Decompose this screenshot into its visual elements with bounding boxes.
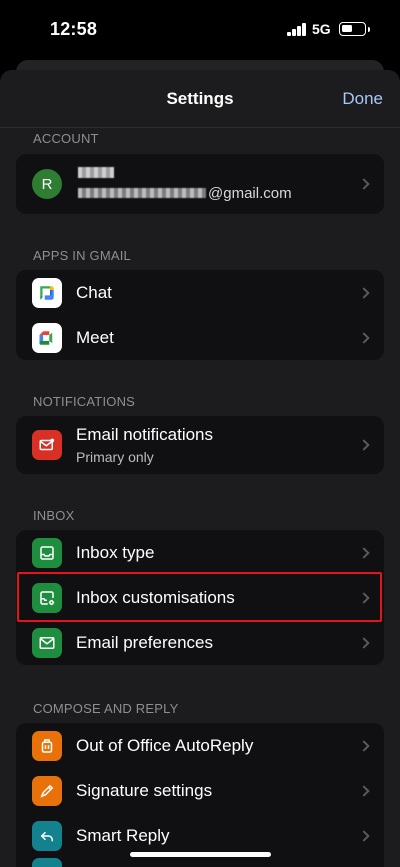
section-header-inbox: INBOX [33, 508, 75, 523]
section-header-apps: APPS IN GMAIL [33, 248, 131, 263]
account-text: @gmail.com [78, 166, 292, 202]
suitcase-icon [32, 730, 62, 761]
chevron-right-icon [358, 439, 370, 451]
chevron-right-icon [358, 331, 370, 344]
partial-icon [32, 858, 62, 867]
inbox-type-label: Inbox type [76, 542, 155, 562]
envelope-icon [32, 627, 62, 658]
reply-arrow-icon [32, 820, 62, 851]
email-preferences-row[interactable]: Email preferences [16, 620, 384, 665]
chat-row[interactable]: Chat [16, 270, 384, 315]
email-notifications-label: Email notifications [76, 425, 214, 444]
signature-settings-row[interactable]: Signature settings [16, 768, 384, 813]
battery-icon [339, 22, 370, 36]
home-indicator [130, 852, 271, 857]
status-time: 12:58 [50, 19, 98, 39]
highlight-box [17, 572, 382, 622]
notifications-group: Email notifications Primary only [16, 416, 384, 474]
chevron-right-icon [358, 178, 370, 190]
account-group: R @gmail.com [16, 154, 384, 214]
chevron-right-icon [358, 784, 370, 797]
meet-row[interactable]: Meet [16, 315, 384, 360]
section-header-account: ACCOUNT [33, 131, 99, 146]
mail-alert-icon [32, 430, 62, 460]
section-header-compose: COMPOSE AND REPLY [33, 701, 179, 716]
done-button[interactable]: Done [342, 89, 383, 109]
account-row[interactable]: R @gmail.com [16, 154, 384, 214]
pen-icon [32, 775, 62, 806]
email-notifications-row[interactable]: Email notifications Primary only [16, 416, 384, 474]
nav-bar: Settings Done [0, 70, 400, 128]
google-chat-icon [32, 277, 62, 308]
status-bar: 12:58 5G [0, 0, 400, 60]
chevron-right-icon [358, 286, 370, 299]
smart-reply-label: Smart Reply [76, 825, 170, 845]
email-notifications-sub: Primary only [76, 449, 154, 465]
page-title: Settings [166, 89, 234, 108]
chevron-right-icon [358, 739, 370, 752]
redacted-name [78, 166, 114, 178]
avatar: R [32, 169, 62, 199]
email-domain: @gmail.com [208, 184, 292, 202]
email-preferences-label: Email preferences [76, 632, 214, 652]
account-email: @gmail.com [78, 185, 292, 202]
settings-sheet: Settings Done ACCOUNT R @gmail.com APPS … [0, 70, 400, 867]
chevron-right-icon [358, 829, 370, 842]
email-notifications-text: Email notifications Primary only [76, 425, 213, 465]
compose-group: Out of Office AutoReply Signature settin… [16, 723, 384, 867]
apps-group: Chat Meet [16, 270, 384, 360]
out-of-office-label: Out of Office AutoReply [76, 735, 254, 755]
next-row-partial[interactable] [16, 858, 384, 867]
inbox-type-row[interactable]: Inbox type [16, 530, 384, 575]
chevron-right-icon [358, 546, 370, 559]
cellular-signal-icon [287, 23, 307, 36]
signature-settings-label: Signature settings [76, 780, 213, 800]
redacted-email [78, 188, 206, 198]
chat-label: Chat [76, 282, 112, 302]
out-of-office-row[interactable]: Out of Office AutoReply [16, 723, 384, 768]
network-type: 5G [312, 21, 331, 37]
meet-label: Meet [76, 327, 114, 347]
inbox-tray-icon [32, 537, 62, 568]
google-meet-icon [32, 322, 62, 353]
chevron-right-icon [358, 636, 370, 649]
section-header-notifications: NOTIFICATIONS [33, 394, 136, 409]
